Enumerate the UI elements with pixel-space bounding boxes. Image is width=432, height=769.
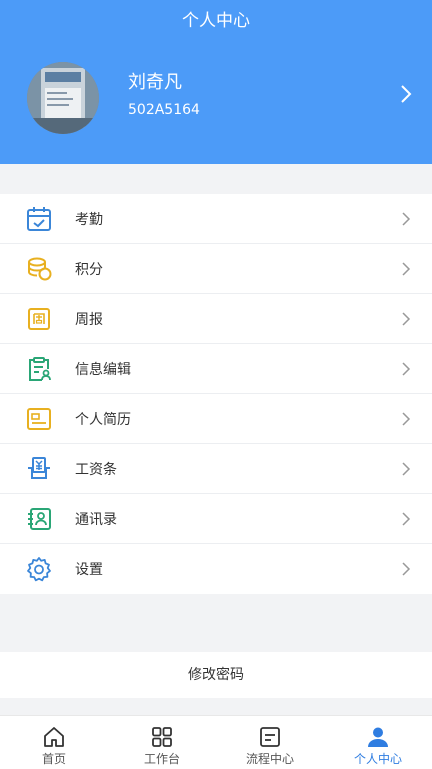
menu-item-weekly[interactable]: 周报 — [0, 294, 432, 344]
clipboard-user-icon — [29, 357, 51, 381]
menu-list: 考勤 积分 周报 信息编辑 个人简历 工资条 通讯录 设置 — [0, 194, 432, 594]
change-password-button[interactable]: 修改密码 — [0, 652, 432, 698]
tab-label: 流程中心 — [245, 752, 294, 766]
tab-workbench[interactable]: 工作台 — [108, 716, 216, 769]
person-icon — [368, 727, 388, 747]
menu-item-contacts[interactable]: 通讯录 — [0, 494, 432, 544]
chevron-right-icon[interactable] — [394, 82, 418, 106]
home-icon — [44, 727, 64, 747]
weekly-report-icon — [28, 308, 50, 330]
coins-icon — [28, 257, 52, 281]
salary-icon — [28, 457, 50, 479]
bottom-tab-bar: 首页 工作台 流程中心 个人中心 — [0, 715, 432, 769]
avatar[interactable] — [27, 62, 99, 134]
contacts-icon — [28, 508, 51, 530]
menu-item-label: 周报 — [75, 312, 103, 328]
user-name: 刘奇凡 — [128, 72, 182, 93]
menu-item-label: 信息编辑 — [75, 362, 131, 378]
chevron-right-icon — [402, 262, 411, 276]
tab-label: 首页 — [41, 752, 66, 766]
grid-icon — [152, 727, 172, 747]
menu-item-label: 通讯录 — [75, 512, 117, 528]
chevron-right-icon — [402, 512, 411, 526]
chevron-right-icon — [402, 312, 411, 326]
menu-item-label: 个人简历 — [75, 412, 131, 428]
chevron-right-icon — [402, 212, 411, 226]
menu-item-label: 考勤 — [75, 212, 103, 228]
menu-item-label: 设置 — [75, 562, 103, 578]
chevron-right-icon — [402, 412, 411, 426]
calendar-check-icon — [27, 207, 51, 231]
user-id: 502A5164 — [128, 102, 200, 118]
process-icon — [260, 727, 280, 747]
chevron-right-icon — [402, 362, 411, 376]
resume-card-icon — [27, 408, 51, 430]
tab-home[interactable]: 首页 — [0, 716, 108, 769]
chevron-right-icon — [402, 562, 411, 576]
chevron-right-icon — [402, 462, 411, 476]
menu-item-attendance[interactable]: 考勤 — [0, 194, 432, 244]
tab-label: 个人中心 — [353, 752, 402, 766]
menu-item-info-edit[interactable]: 信息编辑 — [0, 344, 432, 394]
gear-icon — [27, 557, 51, 582]
profile-header: 个人中心 刘奇凡 502A5164 — [0, 0, 432, 164]
menu-item-points[interactable]: 积分 — [0, 244, 432, 294]
menu-item-resume[interactable]: 个人简历 — [0, 394, 432, 444]
menu-item-settings[interactable]: 设置 — [0, 544, 432, 594]
tab-label: 工作台 — [143, 752, 180, 766]
tab-process-center[interactable]: 流程中心 — [216, 716, 324, 769]
tab-personal-center[interactable]: 个人中心 — [324, 716, 432, 769]
menu-item-label: 工资条 — [75, 462, 117, 478]
menu-item-label: 积分 — [75, 262, 103, 278]
page-title: 个人中心 — [182, 11, 250, 31]
menu-item-salary[interactable]: 工资条 — [0, 444, 432, 494]
